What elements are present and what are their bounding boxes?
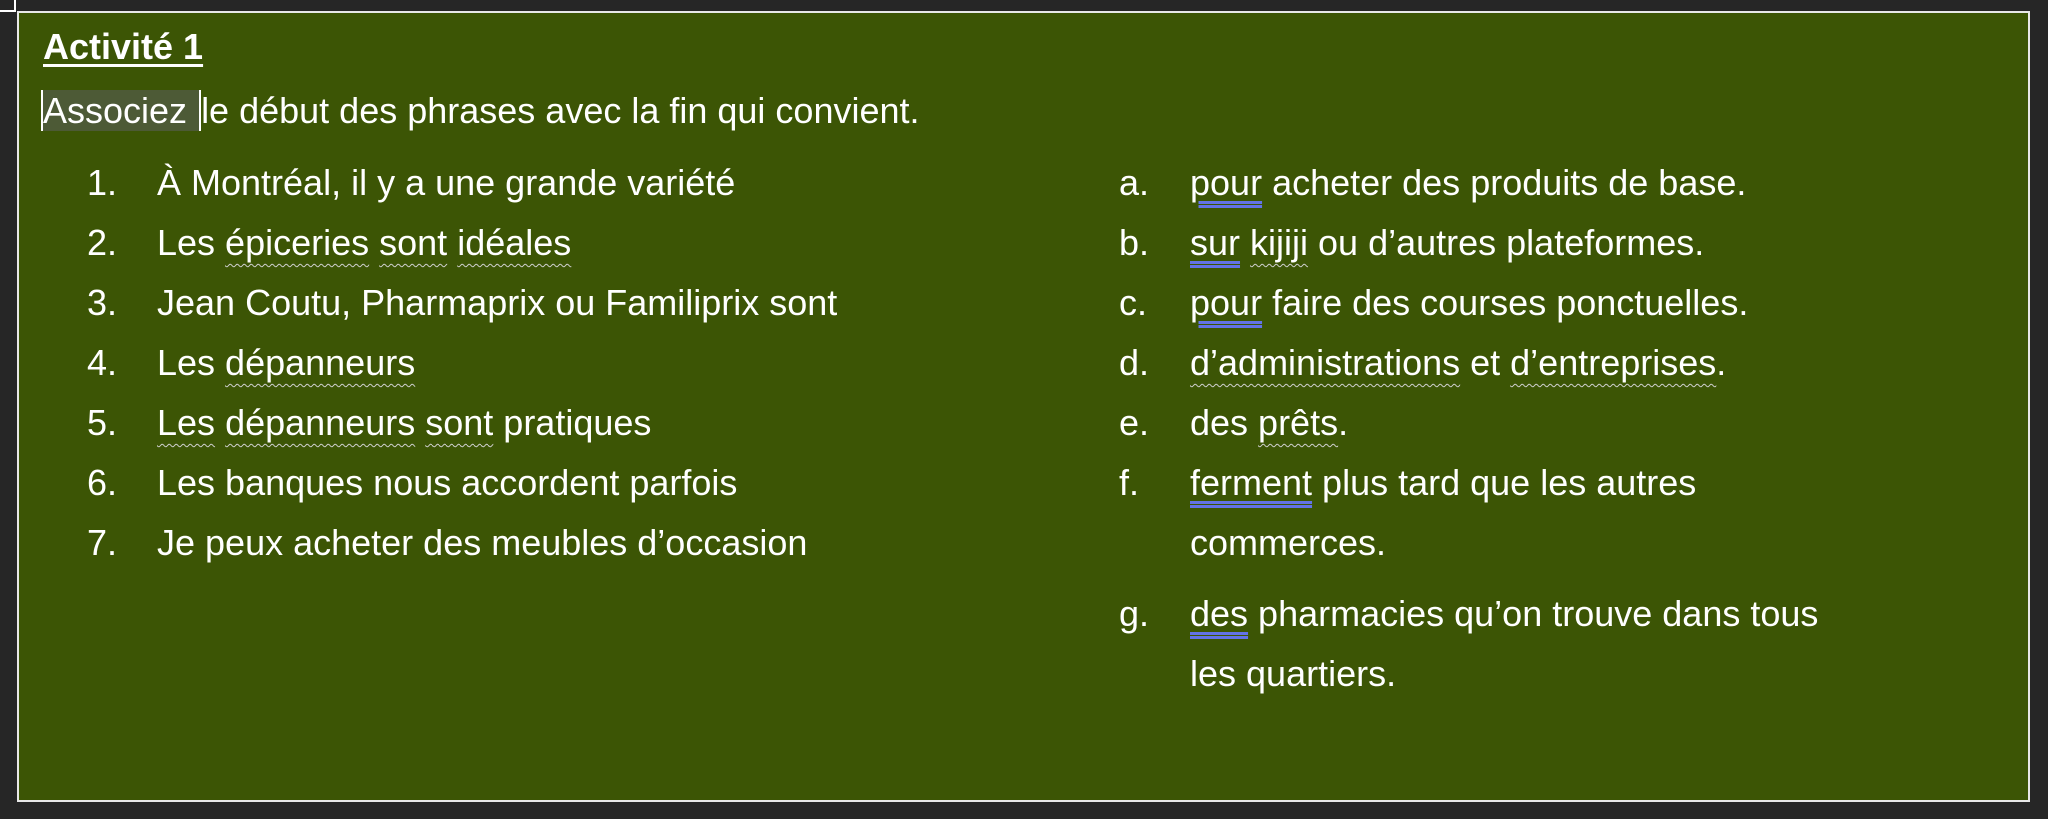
text-run: Les [157, 342, 226, 383]
text-run: faire des courses ponctuelles. [1262, 282, 1749, 323]
text-run: les quartiers. [1190, 653, 1397, 694]
text-run: Jean Coutu, Pharmaprix ou Familiprix son… [157, 282, 838, 323]
list-marker: g. [1119, 593, 1150, 634]
list-item-text: Les dépanneurs [157, 333, 415, 393]
grammar-flagged-word[interactable]: pour [1190, 282, 1262, 323]
spelling-flagged-word[interactable]: sont [425, 402, 493, 443]
list-marker: a. [1119, 162, 1150, 203]
list-item-text: pour acheter des produits de base. [1190, 153, 1746, 213]
grammar-flagged-word[interactable]: des [1190, 593, 1248, 634]
text-run: plus tard que les autres [1312, 462, 1697, 503]
activity-text-box: Activité 1 Associez le début des phrases… [17, 11, 2030, 802]
list-marker: 7. [87, 522, 118, 563]
list-item-text: Jean Coutu, Pharmaprix ou Familiprix son… [157, 273, 837, 333]
selected-text[interactable]: Associez [41, 90, 202, 131]
grammar-flagged-word[interactable]: pour [1190, 162, 1262, 203]
list-item-text: ferment plus tard que les autres [1190, 453, 1696, 513]
spelling-flagged-word[interactable]: prêts [1258, 402, 1338, 443]
text-run: des [1190, 402, 1259, 443]
list-marker: b. [1119, 222, 1150, 263]
list-marker: d. [1119, 342, 1150, 383]
grammar-flagged-word[interactable]: sur [1190, 222, 1240, 263]
list-marker: 5. [87, 402, 118, 443]
list-item-text: des pharmacies qu’on trouve dans tous [1190, 584, 1818, 644]
text-run [447, 222, 457, 263]
grammar-flagged-word[interactable]: ferment [1190, 462, 1312, 503]
text-run [215, 402, 225, 443]
text-run: pratiques [493, 402, 652, 443]
text-run: . [1338, 402, 1349, 443]
list-item-text: Les dépanneurs sont pratiques [157, 393, 651, 453]
list-marker: 1. [87, 162, 118, 203]
spelling-flagged-word[interactable]: d’entreprises [1510, 342, 1716, 383]
spelling-flagged-word[interactable]: dépanneurs [225, 402, 415, 443]
list-item-text: des prêts. [1190, 393, 1348, 453]
text-run [415, 402, 425, 443]
text-run: pharmacies qu’on trouve dans tous [1248, 593, 1819, 634]
spelling-flagged-word[interactable]: kijiji [1250, 222, 1308, 263]
text-run: À Montréal, il y a une grande variété [157, 162, 736, 203]
text-run: ou d’autres plateformes. [1308, 222, 1705, 263]
text-run: acheter des produits de base. [1262, 162, 1747, 203]
instruction: Associez le début des phrases avec la fi… [41, 81, 920, 141]
table-move-handle[interactable] [0, 0, 16, 12]
spelling-flagged-word[interactable]: sont [379, 222, 447, 263]
text-run: commerces. [1190, 522, 1387, 563]
list-marker: f. [1119, 462, 1140, 503]
list-marker: 3. [87, 282, 118, 323]
instruction-text: le début des phrases avec la fin qui con… [201, 90, 920, 131]
list-marker: e. [1119, 402, 1150, 443]
activity-title: Activité 1 [43, 26, 204, 67]
text-run: Les banques nous accordent parfois [157, 462, 738, 503]
text-run: Je peux acheter des meubles d’occasion [157, 522, 808, 563]
text-run: Les [157, 222, 226, 263]
list-item-text: commerces. [1190, 513, 1386, 573]
list-marker: c. [1119, 282, 1148, 323]
text-run: et [1460, 342, 1511, 383]
list-item-text: d’administrations et d’entreprises. [1190, 333, 1726, 393]
list-item-text: les quartiers. [1190, 644, 1396, 704]
spelling-flagged-word[interactable]: d’administrations [1190, 342, 1460, 383]
spelling-flagged-word[interactable]: idéales [457, 222, 571, 263]
list-item-text: Je peux acheter des meubles d’occasion [157, 513, 807, 573]
list-item-text: À Montréal, il y a une grande variété [157, 153, 735, 213]
text-run: . [1716, 342, 1727, 383]
list-item-text: pour faire des courses ponctuelles. [1190, 273, 1748, 333]
text-run [1240, 222, 1250, 263]
list-marker: 2. [87, 222, 118, 263]
list-marker: 6. [87, 462, 118, 503]
spelling-flagged-word[interactable]: épiceries [225, 222, 369, 263]
spelling-flagged-word[interactable]: dépanneurs [225, 342, 415, 383]
list-item-text: Les banques nous accordent parfois [157, 453, 737, 513]
spelling-flagged-word[interactable]: Les [157, 402, 215, 443]
text-run [369, 222, 379, 263]
list-item-text: Les épiceries sont idéales [157, 213, 571, 273]
list-marker: 4. [87, 342, 118, 383]
list-item-text: sur kijiji ou d’autres plateformes. [1190, 213, 1704, 273]
